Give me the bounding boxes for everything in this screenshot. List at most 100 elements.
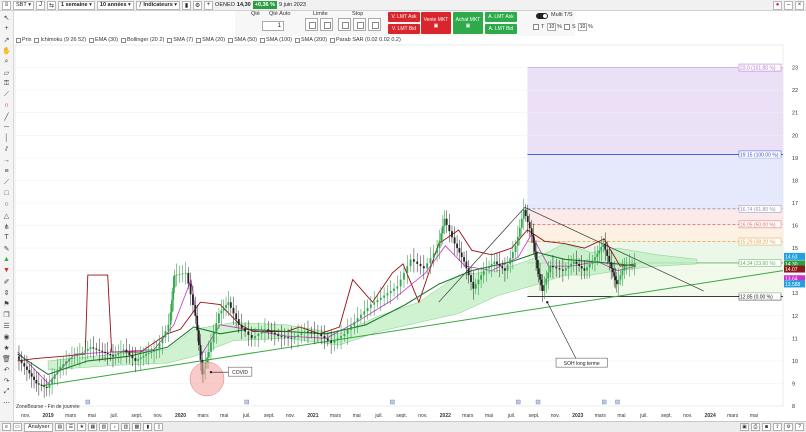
news-icon[interactable]: ▧: [99, 423, 109, 431]
candle-body: [501, 266, 504, 269]
candle-body: [558, 268, 561, 270]
x-tick-label: mai: [220, 413, 228, 419]
candle-body: [287, 337, 290, 338]
bottom-toolbar: ≡ ▭ Analyser ▤ ☰ ★ ▦ ▧ ♪ ▥ ▩ ▮ ▯ ▣ ⎙ ◙ ⇪…: [0, 421, 806, 432]
x-tick-label: mars: [65, 413, 77, 419]
candle-body: [541, 285, 544, 291]
candle-body: [598, 250, 601, 254]
bell-icon[interactable]: ♪: [110, 423, 120, 431]
candle-body: [277, 334, 280, 337]
bars-icon[interactable]: ▮: [143, 423, 153, 431]
candle-body: [161, 337, 164, 344]
candle-body: [59, 367, 62, 370]
candle-body: [472, 281, 475, 289]
fib-zone: [527, 67, 783, 155]
candle-body: [552, 266, 554, 268]
price-chart[interactable]: 23.0 (161.80 %) 19.15 (100.00 %) 16.74 (61…: [0, 0, 806, 432]
save-icon[interactable]: ▣: [740, 423, 749, 431]
x-tick-label: mars: [197, 413, 209, 419]
candle-body: [406, 266, 409, 273]
price-tag-label: 14.07: [785, 267, 798, 273]
candle-body: [376, 299, 379, 303]
candle-body: [440, 233, 443, 241]
candle-body: [134, 358, 137, 361]
candle-body: [545, 278, 548, 285]
candle-body: [109, 354, 112, 356]
candle-body: [540, 279, 543, 286]
camera-icon[interactable]: ◙: [762, 423, 771, 431]
candle-body: [448, 224, 451, 232]
candle-body: [290, 337, 293, 339]
candle-body: [389, 290, 392, 294]
share-icon[interactable]: ⇪: [773, 423, 782, 431]
candle-body: [333, 340, 336, 343]
chart-icon[interactable]: ▤: [55, 423, 65, 431]
price-tag-label: 14.63: [785, 254, 798, 260]
candle-body: [175, 274, 178, 276]
doc-icon[interactable]: ▯: [154, 423, 164, 431]
candle-body: [467, 268, 470, 276]
x-tick-label: mai: [88, 413, 96, 419]
candle-body: [267, 329, 270, 331]
candle-body: [623, 266, 626, 271]
candle-body: [419, 263, 422, 267]
candle-body: [516, 236, 519, 246]
x-tick-label: mai: [485, 413, 493, 419]
candle-body: [173, 275, 176, 288]
grid-icon[interactable]: ▦: [88, 423, 98, 431]
y-tick-label: 8: [792, 404, 795, 410]
candle-body: [613, 272, 616, 277]
analyser-tab[interactable]: Analyser: [24, 422, 54, 432]
candle-body: [458, 248, 461, 253]
candle-body: [181, 273, 184, 275]
candle-body: [543, 284, 546, 291]
candle-body: [532, 234, 535, 243]
menu-icon[interactable]: ≡: [2, 423, 11, 431]
candle-body: [20, 359, 23, 364]
candle-body: [498, 263, 501, 267]
list-icon[interactable]: ☰: [66, 423, 76, 431]
x-tick-label: mars: [462, 413, 474, 419]
x-tick-label: nov.: [683, 413, 692, 419]
x-tick-label: sept.: [264, 413, 275, 419]
candle-body: [386, 293, 389, 296]
candle-body: [189, 283, 192, 295]
candle-body: [313, 332, 316, 334]
candle-body: [586, 267, 588, 271]
x-tick-label: nov.: [418, 413, 427, 419]
candle-body: [567, 266, 570, 269]
candle-body: [429, 258, 432, 264]
y-tick-label: 15: [792, 246, 798, 252]
x-tick-label: juil.: [374, 413, 383, 419]
candle-body: [373, 302, 376, 305]
help-icon[interactable]: ?: [795, 423, 804, 431]
table-icon[interactable]: ▩: [132, 423, 142, 431]
settings-icon[interactable]: ⚙: [784, 423, 793, 431]
x-tick-label: mai: [353, 413, 361, 419]
candle-body: [128, 352, 131, 356]
candle-body: [619, 275, 622, 280]
candle-body: [456, 243, 458, 249]
candle-body: [480, 275, 482, 280]
candle-body: [62, 364, 65, 368]
print-icon[interactable]: ⎙: [751, 423, 760, 431]
candle-body: [363, 311, 366, 315]
candle-body: [167, 324, 170, 331]
star-icon[interactable]: ★: [77, 423, 87, 431]
candle-body: [150, 351, 153, 353]
candle-body: [536, 259, 539, 269]
candle-body: [303, 331, 306, 334]
fib-level-label: 12.85 (0.00 %): [740, 295, 773, 301]
candle-body: [470, 275, 472, 282]
candle-body: [485, 268, 488, 271]
calendar-icon[interactable]: ▥: [121, 423, 131, 431]
candle-body: [194, 305, 197, 316]
candle-body: [117, 352, 120, 355]
candle-body: [383, 295, 386, 298]
x-tick-label: juil.: [507, 413, 516, 419]
candle-body: [614, 276, 617, 281]
candle-body: [280, 336, 283, 337]
candle-body: [496, 261, 498, 264]
window-icon[interactable]: ▭: [13, 423, 22, 431]
candle-body: [409, 259, 412, 267]
